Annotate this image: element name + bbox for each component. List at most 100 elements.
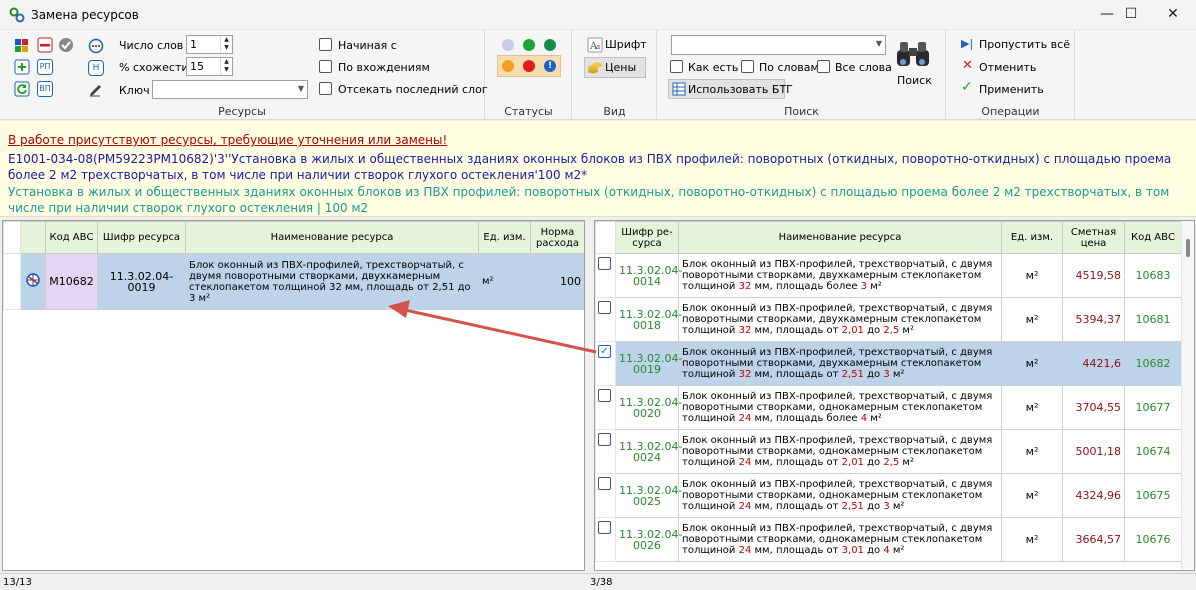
row-checkbox[interactable]: ✓: [598, 345, 611, 358]
maximize-button[interactable]: ☐: [1108, 0, 1154, 30]
key-combo[interactable]: ▼: [152, 80, 308, 99]
close-button[interactable]: ✕: [1150, 0, 1196, 30]
resources-group-label: Ресурсы: [218, 105, 266, 118]
cell-kod: М10682: [45, 253, 98, 310]
right-table: Шифр ре-сурса Наименование ресурса Ед. и…: [595, 221, 1182, 562]
globe-icon: [26, 273, 40, 287]
table-row[interactable]: 11.3.02.04-0014 Блок оконный из ПВХ-профи…: [595, 253, 1182, 298]
table-row[interactable]: ✓ 11.3.02.04-0019 Блок оконный из ПВХ-проф…: [595, 341, 1182, 386]
cell-name: Блок оконный из ПВХ-профилей, трехстворч…: [678, 517, 1002, 562]
warning-title[interactable]: В работе присутствуют ресурсы, требующие…: [8, 133, 447, 147]
col-header-shifr[interactable]: Шифр ре-сурса: [615, 221, 679, 254]
status-green-dot-icon[interactable]: [523, 39, 535, 51]
table-row[interactable]: 11.3.02.04-0025 Блок оконный из ПВХ-профи…: [595, 473, 1182, 518]
table-row[interactable]: 11.3.02.04-0026 Блок оконный из ПВХ-профи…: [595, 517, 1182, 562]
apply-button[interactable]: Применить: [979, 83, 1044, 96]
color-blocks-icon[interactable]: [14, 37, 30, 53]
by-words-label: По словам: [759, 61, 819, 74]
status-orange-dot-icon[interactable]: [502, 60, 514, 72]
ribbon: РП ВП Н Число слов 1 ▲ ▼ % схожести 15 ▲ ▼ К…: [0, 30, 1196, 120]
left-table-header: Код АВС Шифр ресурса Наименование ресурс…: [3, 221, 584, 254]
as-is-checkbox[interactable]: [670, 60, 683, 73]
statuses-group: ! Статусы: [486, 30, 572, 120]
cut-syllable-checkbox[interactable]: [319, 82, 332, 95]
similarity-spinner[interactable]: 15 ▲ ▼: [186, 57, 233, 76]
refresh-icon[interactable]: [14, 81, 30, 97]
row-checkbox[interactable]: [598, 389, 611, 402]
resources-group: РП ВП Н Число слов 1 ▲ ▼ % схожести 15 ▲ ▼ К…: [0, 30, 488, 120]
starts-with-checkbox[interactable]: [319, 38, 332, 51]
col-header-shifr[interactable]: Шифр ресурса: [97, 221, 186, 254]
add-resource-icon[interactable]: [14, 59, 30, 75]
dotted-circle-icon[interactable]: [88, 38, 104, 54]
remove-icon[interactable]: [37, 37, 53, 53]
by-words-checkbox[interactable]: [741, 60, 754, 73]
spinner-arrows-icon[interactable]: ▲ ▼: [220, 58, 232, 75]
font-button[interactable]: Шрифт: [605, 38, 647, 51]
status-darkgreen-dot-icon[interactable]: [544, 39, 556, 51]
status-info-icon[interactable]: !: [544, 60, 556, 72]
row-checkbox[interactable]: [598, 257, 611, 270]
status-gray-dot-icon[interactable]: [502, 39, 514, 51]
col-header-ed[interactable]: Ед. изм.: [1001, 221, 1063, 254]
search-group-label: Поиск: [784, 105, 819, 118]
occurrences-checkbox[interactable]: [319, 60, 332, 73]
all-words-label: Все слова: [835, 61, 892, 74]
status-red-dot-icon[interactable]: [523, 60, 535, 72]
view-group-label: Вид: [603, 105, 626, 118]
rp-button[interactable]: РП: [37, 59, 53, 75]
apply-icon: ✓: [961, 79, 973, 95]
right-status: 3/38: [587, 573, 1196, 590]
vp-button[interactable]: ВП: [37, 81, 53, 97]
cell-kod: 10681: [1124, 297, 1182, 342]
pen-icon[interactable]: [88, 82, 104, 98]
scrollbar-thumb[interactable]: [1186, 239, 1190, 257]
cell-name: Блок оконный из ПВХ-профилей, трехстворч…: [678, 429, 1002, 474]
cell-ed: м²: [1001, 297, 1063, 342]
chevron-down-icon: ▼: [875, 39, 882, 48]
cell-kod: 10674: [1124, 429, 1182, 474]
cell-price: 4519,58: [1062, 253, 1125, 298]
left-resource-grid: Код АВС Шифр ресурса Наименование ресурс…: [2, 220, 585, 571]
vertical-scrollbar[interactable]: [1181, 221, 1194, 570]
row-checkbox[interactable]: [598, 301, 611, 314]
splitter[interactable]: [587, 220, 593, 571]
row-checkbox[interactable]: [598, 477, 611, 490]
all-words-checkbox[interactable]: [817, 60, 830, 73]
check-circle-icon[interactable]: [58, 37, 74, 53]
table-row[interactable]: 11.3.02.04-0018 Блок оконный из ПВХ-профи…: [595, 297, 1182, 342]
col-header-kod[interactable]: Код АВС: [1124, 221, 1182, 254]
table-row[interactable]: 11.3.02.04-0024 Блок оконный из ПВХ-профи…: [595, 429, 1182, 474]
similarity-label: % схожести: [119, 61, 189, 74]
h-button[interactable]: Н: [88, 60, 104, 76]
word-count-spinner[interactable]: 1 ▲ ▼: [186, 35, 233, 54]
row-checkbox[interactable]: [598, 521, 611, 534]
row-checkbox[interactable]: [598, 433, 611, 446]
col-header-norma[interactable]: Норма расхода: [530, 221, 584, 254]
font-icon: Aa: [587, 37, 603, 53]
search-combo[interactable]: ▼: [671, 35, 886, 55]
use-btg-button[interactable]: Использовать БТГ: [668, 79, 793, 99]
search-button[interactable]: Поиск: [897, 74, 932, 87]
table-row[interactable]: М10682 11.3.02.04-0019 Блок оконный из П…: [3, 253, 584, 310]
view-group: Aa Шрифт Цены Вид: [573, 30, 657, 120]
cell-name: Блок оконный из ПВХ-профилей, трехстворч…: [678, 253, 1002, 298]
cell-ed: м²: [1001, 341, 1063, 386]
cell-shifr: 11.3.02.04-0024: [615, 429, 682, 474]
col-header-kod[interactable]: Код АВС: [45, 221, 98, 254]
window-title: Замена ресурсов: [31, 8, 139, 22]
cancel-icon: ✕: [962, 58, 973, 73]
col-header-ed[interactable]: Ед. изм.: [478, 221, 531, 254]
skip-all-button[interactable]: Пропустить всё: [979, 38, 1070, 51]
cell-kod: 10676: [1124, 517, 1182, 562]
binoculars-icon[interactable]: [894, 40, 932, 68]
spinner-arrows-icon[interactable]: ▲ ▼: [220, 36, 232, 53]
col-header-name[interactable]: Наименование ресурса: [678, 221, 1002, 254]
word-count-label: Число слов: [119, 39, 184, 52]
cancel-button[interactable]: Отменить: [979, 61, 1036, 74]
table-row[interactable]: 11.3.02.04-0020 Блок оконный из ПВХ-профи…: [595, 385, 1182, 430]
col-header-name[interactable]: Наименование ресурса: [185, 221, 479, 254]
skip-all-icon: ▶|: [961, 37, 974, 50]
prices-button[interactable]: Цены: [605, 61, 636, 74]
col-header-price[interactable]: Сметная цена: [1062, 221, 1125, 254]
